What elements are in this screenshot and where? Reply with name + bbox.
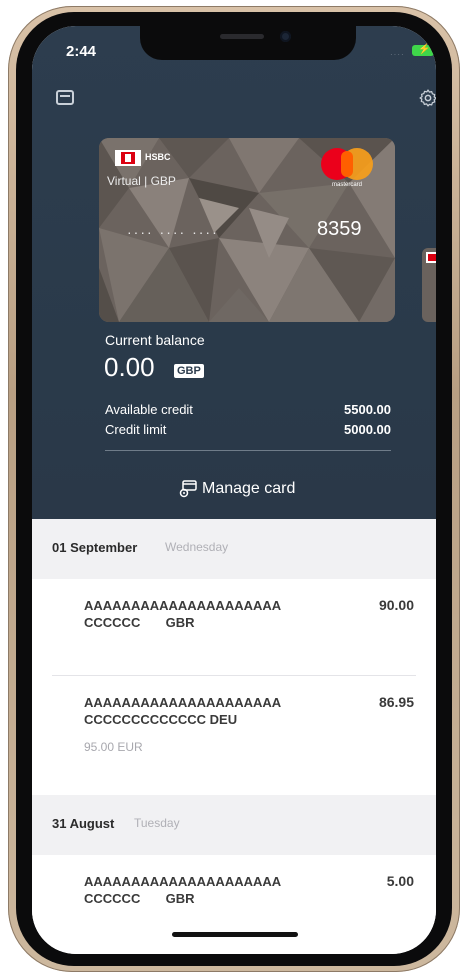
section-weekday: Wednesday [165, 540, 229, 554]
transaction-description: AAAAAAAAAAAAAAAAAAAAA CCCCCC GBR [84, 874, 282, 906]
currency-badge: GBP [174, 364, 204, 378]
transaction-amount: 5.00 [386, 873, 414, 889]
section-weekday: Tuesday [134, 816, 180, 830]
balance-amount: 0.00 [104, 352, 155, 382]
date-section-header: 31 August Tuesday [32, 795, 436, 855]
hsbc-mini-logo [428, 254, 436, 261]
front-camera [280, 31, 291, 42]
credit-limit-value: 5000.00 [344, 422, 391, 437]
credit-limit-label: Credit limit [105, 422, 167, 437]
cards-icon[interactable] [56, 90, 74, 105]
transaction-row[interactable]: AAAAAAAAAAAAAAAAAAAAA CCCCCC GBR 90.00 [32, 579, 436, 675]
transaction-amount: 90.00 [378, 597, 414, 613]
available-credit-row: Available credit 5500.00 [105, 402, 391, 417]
home-indicator[interactable] [172, 932, 298, 937]
card-brand: HSBC [145, 152, 171, 162]
transaction-description: AAAAAAAAAAAAAAAAAAAAA CCCCCCCCCCCCC DEU [84, 695, 282, 727]
gear-icon[interactable] [418, 88, 436, 108]
manage-card-label: Manage card [202, 480, 296, 497]
date-section-header: 01 September Wednesday [32, 519, 436, 579]
available-credit-value: 5500.00 [344, 402, 391, 417]
charging-icon: ⚡ [418, 44, 431, 55]
transaction-row[interactable]: AAAAAAAAAAAAAAAAAAAAA CCCCCC GBR 5.00 [32, 855, 436, 954]
transaction-row[interactable]: AAAAAAAAAAAAAAAAAAAAA CCCCCCCCCCCCC DEU … [32, 676, 436, 795]
balance-label: Current balance [105, 332, 205, 348]
hsbc-logo [115, 150, 141, 166]
signal-icon: ···· [390, 50, 405, 59]
card-header: 2:44 ···· ⚡ HSBC Virtual | GBP mastercar… [32, 26, 436, 519]
speaker [220, 34, 264, 39]
virtual-card[interactable]: HSBC Virtual | GBP mastercard ···· ···· … [99, 138, 395, 322]
credit-limit-row: Credit limit 5000.00 [105, 422, 391, 437]
manage-card-button[interactable]: Manage card [178, 478, 295, 500]
section-date: 31 August [52, 816, 115, 831]
foreign-amount: 95.00 EUR [84, 740, 143, 754]
divider [105, 450, 391, 451]
available-credit-label: Available credit [105, 402, 193, 417]
notch [140, 26, 356, 60]
next-card-peek[interactable] [422, 248, 436, 322]
card-number-masked: ···· ···· ···· [127, 224, 219, 240]
card-last-four: 8359 [317, 218, 362, 240]
status-time: 2:44 [66, 43, 97, 60]
section-date: 01 September [52, 540, 138, 555]
transaction-description: AAAAAAAAAAAAAAAAAAAAA CCCCCC GBR [84, 598, 282, 630]
battery-icon: ⚡ [412, 44, 436, 56]
transaction-amount: 86.95 [378, 694, 414, 710]
mastercard-logo: mastercard [317, 148, 377, 194]
card-type-label: Virtual | GBP [107, 174, 176, 188]
manage-card-icon [179, 480, 197, 498]
phone-screen: 2:44 ···· ⚡ HSBC Virtual | GBP mastercar… [32, 26, 436, 954]
